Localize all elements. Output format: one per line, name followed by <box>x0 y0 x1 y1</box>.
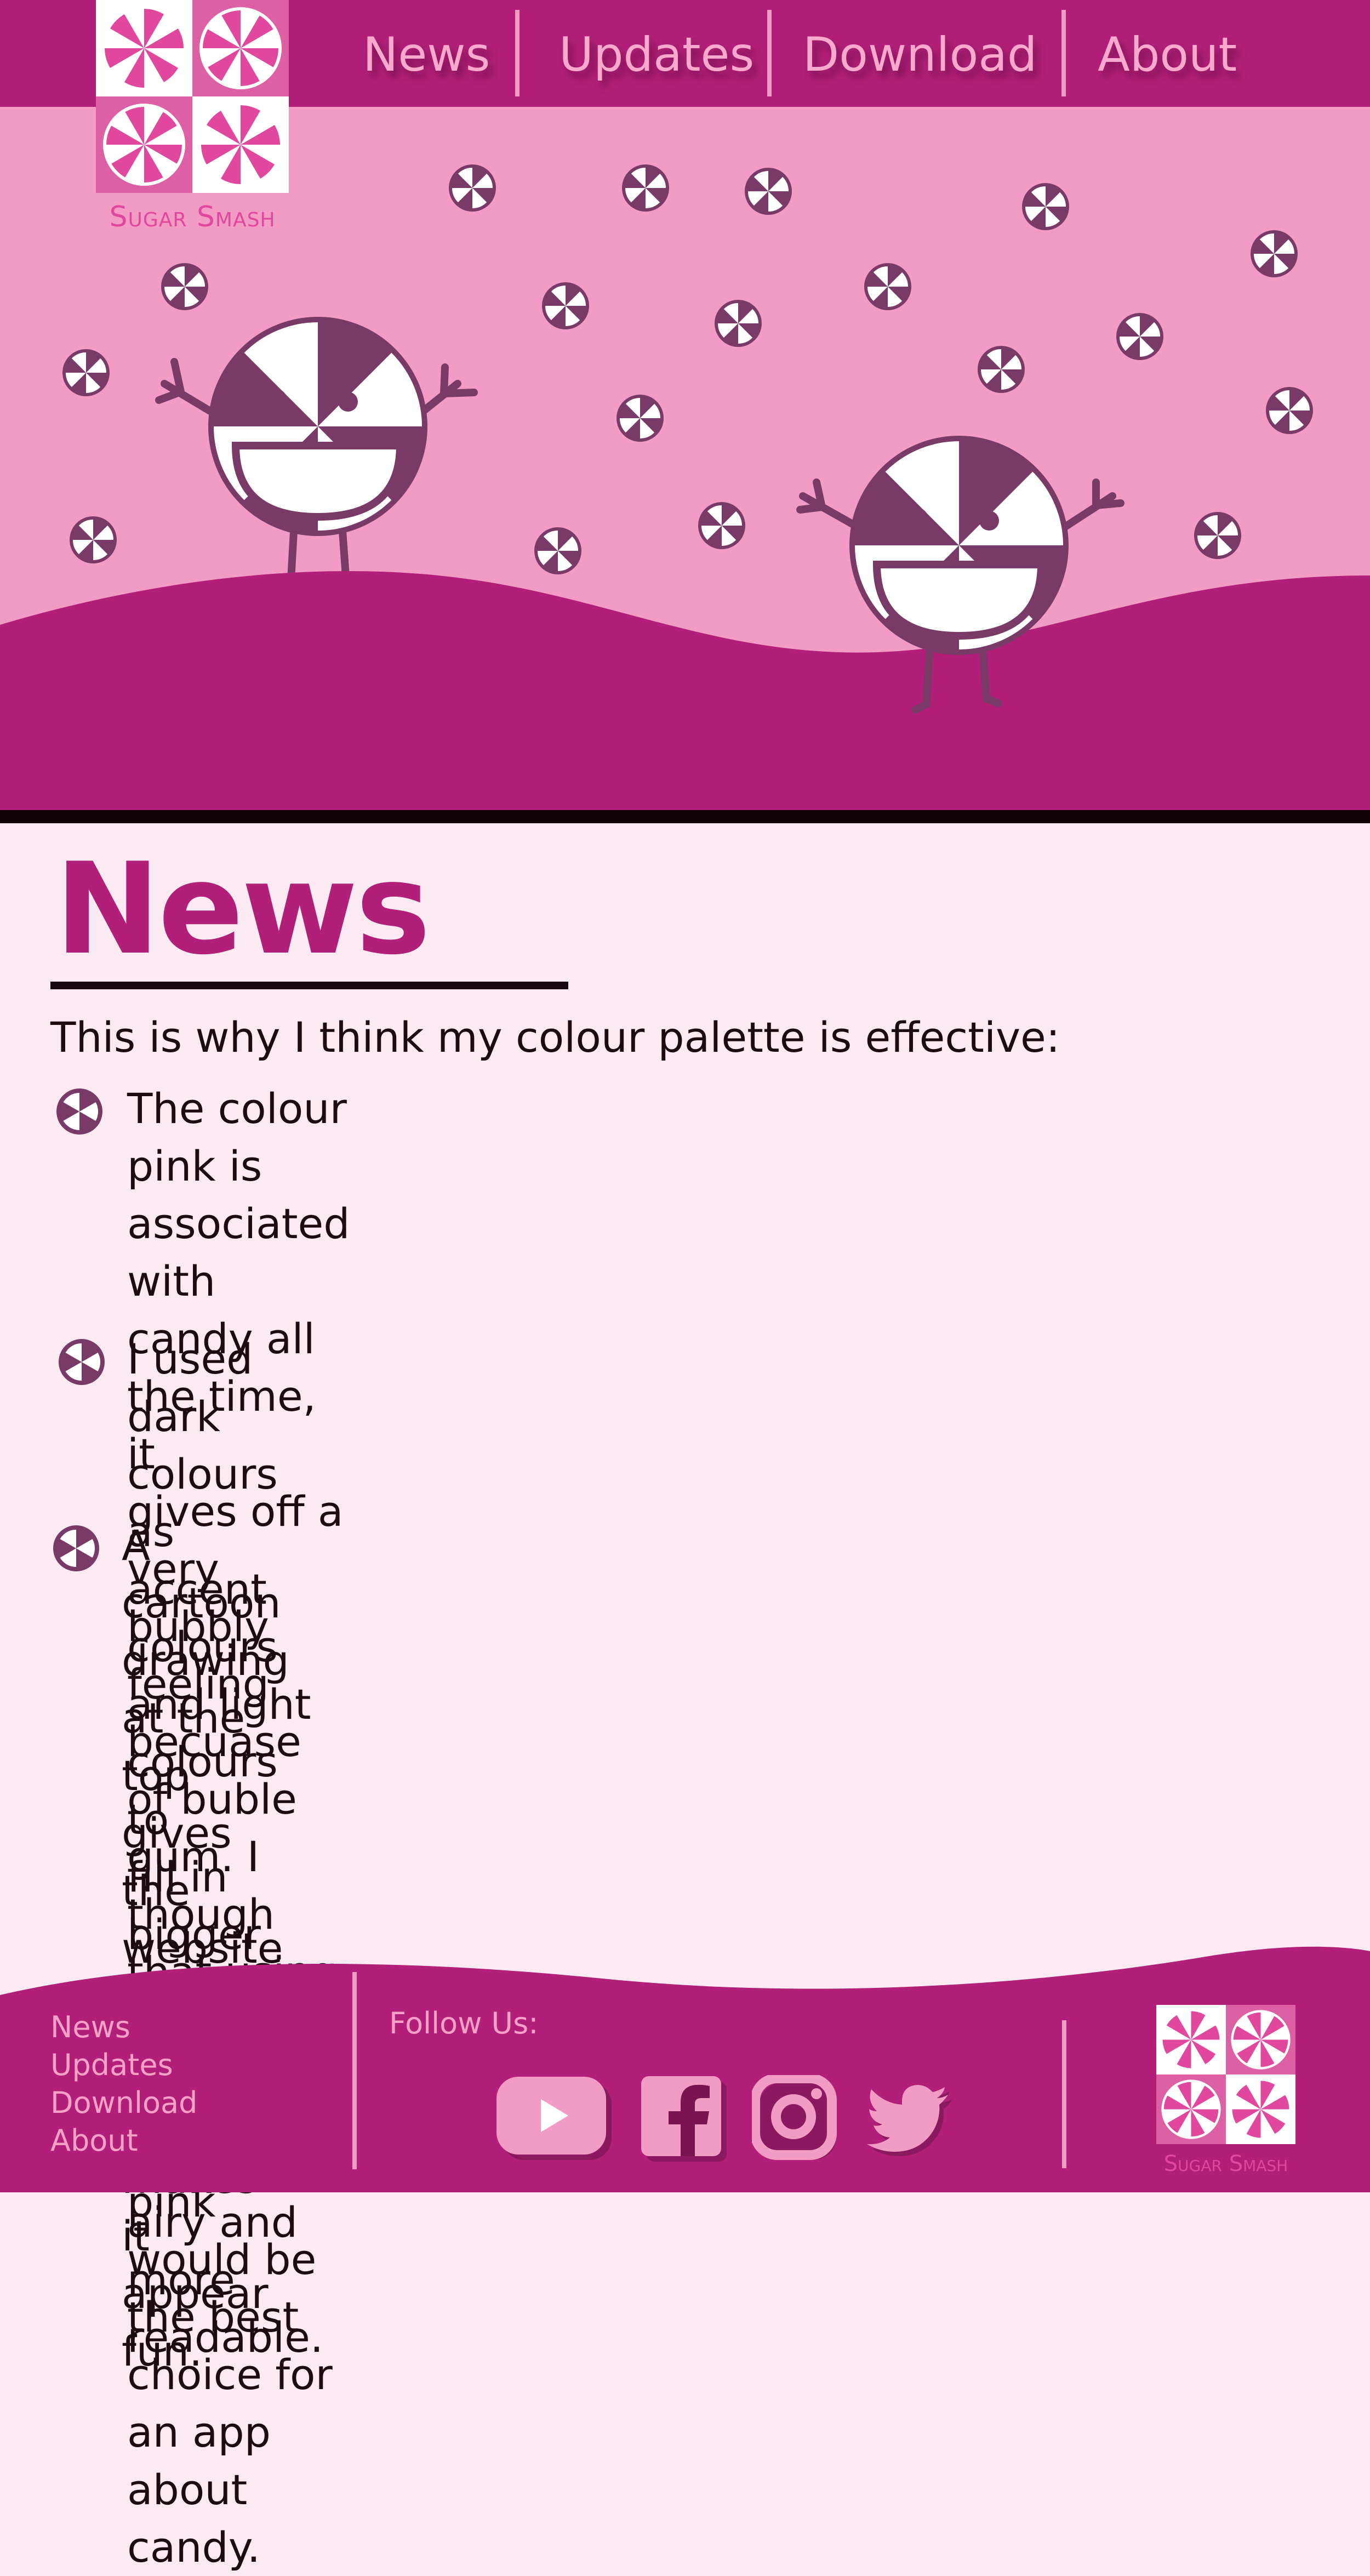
footer-divider <box>352 1972 357 2169</box>
candy-logo-icon <box>96 0 289 193</box>
nav-updates[interactable]: Updates <box>559 22 754 88</box>
brand-logo[interactable] <box>96 0 289 193</box>
candy-logo-icon <box>1156 2005 1295 2144</box>
page-title: News <box>55 836 431 983</box>
nav-download[interactable]: Download <box>803 22 1037 88</box>
footer-link-news[interactable]: News <box>50 2008 130 2047</box>
follow-us-label: Follow Us: <box>389 2006 539 2041</box>
facebook-icon[interactable] <box>640 2075 729 2164</box>
hero-banner: News Updates Download About Sugar Smash <box>0 0 1370 810</box>
peppermint-bullet-icon <box>53 1525 100 1572</box>
peppermint-bullet-icon <box>58 1338 105 1386</box>
title-underline <box>50 982 568 989</box>
nav-about[interactable]: About <box>1098 22 1237 88</box>
twitter-icon[interactable] <box>866 2083 954 2159</box>
brand-name: Sugar Smash <box>109 201 276 233</box>
footer-link-updates[interactable]: Updates <box>50 2046 173 2084</box>
footer-brand-name: Sugar Smash <box>1163 2151 1288 2176</box>
footer-link-about[interactable]: About <box>50 2122 138 2160</box>
instagram-icon[interactable] <box>752 2075 841 2164</box>
peppermint-bullet-icon <box>56 1088 103 1135</box>
footer-link-download[interactable]: Download <box>50 2084 197 2122</box>
footer-logo[interactable] <box>1156 2005 1295 2144</box>
hero-divider <box>0 810 1370 823</box>
youtube-icon[interactable] <box>494 2075 615 2162</box>
intro-text: This is why I think my colour palette is… <box>50 1013 1060 1062</box>
page: News Updates Download About Sugar Smash … <box>0 0 1370 2572</box>
nav-divider <box>515 10 520 96</box>
nav-news[interactable]: News <box>363 22 490 88</box>
nav-divider <box>1061 10 1066 96</box>
nav-divider <box>767 10 772 96</box>
footer-divider <box>1062 2020 1066 2168</box>
